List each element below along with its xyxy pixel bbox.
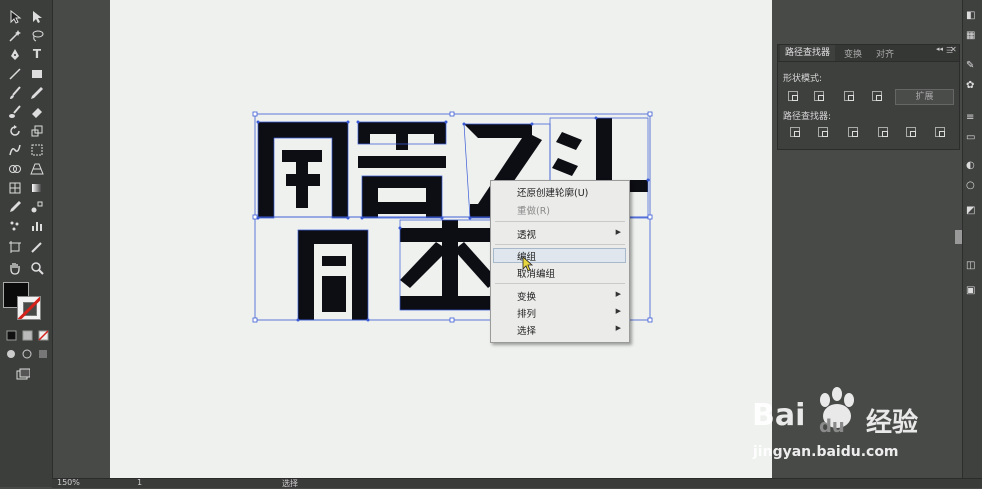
- status-mode[interactable]: 选择: [282, 478, 298, 489]
- gradient-tool-icon[interactable]: [28, 179, 46, 196]
- transparency-panel-icon[interactable]: ◐: [966, 160, 979, 172]
- warp-tool-icon[interactable]: [6, 141, 24, 158]
- minus-back-icon[interactable]: [935, 127, 945, 137]
- tab-align[interactable]: 对齐: [876, 47, 894, 60]
- tab-transform[interactable]: 变换: [844, 47, 862, 60]
- swatches-panel-icon[interactable]: ▦: [966, 30, 979, 42]
- vertical-scrollbar-thumb[interactable]: [955, 230, 962, 244]
- artboard-number[interactable]: 1: [137, 478, 142, 487]
- lasso-tool-icon[interactable]: [28, 27, 46, 44]
- close-panel-icon[interactable]: ✕: [950, 45, 957, 54]
- pencil-tool-icon[interactable]: [28, 84, 46, 101]
- stroke-color-swatch[interactable]: [17, 296, 41, 320]
- line-tool-icon[interactable]: [6, 65, 24, 82]
- type-tool-icon[interactable]: T: [28, 46, 46, 63]
- hand-tool-icon[interactable]: [6, 259, 24, 276]
- context-menu: 还原创建轮廓(U) 重做(R) 透视 ▶ 编组 取消编组 变换 ▶ 排列 ▶ 选…: [490, 180, 630, 343]
- submenu-arrow-icon: ▶: [615, 324, 621, 332]
- tab-pathfinder[interactable]: 路径查找器: [780, 45, 836, 61]
- direct-selection-tool-icon[interactable]: [28, 8, 46, 25]
- magic-wand-tool-icon[interactable]: [6, 27, 24, 44]
- menu-item-redo[interactable]: 重做(R): [517, 203, 550, 217]
- tools-panel: T: [0, 0, 53, 487]
- eyedropper-tool-icon[interactable]: [6, 198, 24, 215]
- artboard-tool-icon[interactable]: [6, 238, 24, 255]
- rectangle-tool-icon[interactable]: [28, 65, 46, 82]
- shape-builder-tool-icon[interactable]: [6, 160, 24, 177]
- menu-item-select[interactable]: 选择: [517, 323, 536, 337]
- submenu-arrow-icon: ▶: [615, 228, 621, 236]
- symbols-panel-icon[interactable]: ✿: [966, 80, 979, 92]
- right-dock: ◧ ▦ ✎ ✿ ≡ ▭ ◐ ○ ◩ ◫ ▣: [962, 0, 982, 487]
- intersect-icon[interactable]: [844, 91, 854, 101]
- outline-icon[interactable]: [906, 127, 916, 137]
- submenu-arrow-icon: ▶: [615, 307, 621, 315]
- blend-tool-icon[interactable]: [28, 198, 46, 215]
- rotate-tool-icon[interactable]: [6, 122, 24, 139]
- slice-tool-icon[interactable]: [28, 238, 46, 255]
- submenu-arrow-icon: ▶: [615, 290, 621, 298]
- symbol-sprayer-tool-icon[interactable]: [6, 217, 24, 234]
- menu-item-perspective[interactable]: 透视: [517, 227, 536, 241]
- pen-tool-icon[interactable]: [6, 46, 24, 63]
- merge-icon[interactable]: [848, 127, 858, 137]
- pathfinder-panel: 路径查找器 变换 对齐 ☰ 形状模式: 扩展 路径查找器:: [777, 44, 960, 150]
- collapse-panel-icon[interactable]: ◂◂: [936, 45, 943, 53]
- minus-front-icon[interactable]: [814, 91, 824, 101]
- mesh-tool-icon[interactable]: [6, 179, 24, 196]
- expand-button[interactable]: 扩展: [895, 89, 954, 105]
- layers-panel-icon[interactable]: ◫: [966, 260, 979, 272]
- paintbrush-tool-icon[interactable]: [6, 84, 24, 101]
- none-mode-icon[interactable]: [34, 326, 52, 343]
- mouse-cursor-icon: [522, 256, 534, 272]
- column-graph-tool-icon[interactable]: [28, 217, 46, 234]
- panel-tabs: 路径查找器 变换 对齐 ☰: [778, 45, 959, 62]
- selection-tool-icon[interactable]: [6, 8, 24, 25]
- gradient-panel-icon[interactable]: ▭: [966, 132, 979, 144]
- trim-icon[interactable]: [818, 127, 828, 137]
- unite-icon[interactable]: [788, 91, 798, 101]
- zoom-level[interactable]: 150%: [57, 478, 80, 487]
- divide-icon[interactable]: [790, 127, 800, 137]
- color-panel-icon[interactable]: ◧: [966, 10, 979, 22]
- watermark-url: jingyan.baidu.com: [753, 444, 899, 460]
- brushes-panel-icon[interactable]: ✎: [966, 60, 979, 72]
- artboards-panel-icon[interactable]: ▣: [966, 285, 979, 297]
- watermark-brand: Bai: [752, 398, 806, 433]
- draw-inside-icon[interactable]: [34, 345, 52, 362]
- watermark-brand-suffix: du: [819, 416, 845, 437]
- graphic-styles-panel-icon[interactable]: ◩: [966, 205, 979, 217]
- menu-item-undo-create-outlines[interactable]: 还原创建轮廓(U): [517, 185, 588, 199]
- scale-tool-icon[interactable]: [28, 122, 46, 139]
- perspective-grid-tool-icon[interactable]: [28, 160, 46, 177]
- crop-icon[interactable]: [878, 127, 888, 137]
- blob-brush-tool-icon[interactable]: [6, 103, 24, 120]
- eraser-tool-icon[interactable]: [28, 103, 46, 120]
- stroke-panel-icon[interactable]: ≡: [966, 112, 979, 124]
- shape-modes-label: 形状模式:: [783, 74, 823, 84]
- appearance-panel-icon[interactable]: ○: [966, 180, 979, 192]
- pathfinders-label: 路径查找器:: [783, 112, 832, 122]
- zoom-tool-icon[interactable]: [28, 259, 46, 276]
- menu-item-transform[interactable]: 变换: [517, 289, 536, 303]
- screen-mode-icon[interactable]: [14, 366, 32, 383]
- context-menu-highlight: [493, 248, 626, 263]
- exclude-icon[interactable]: [872, 91, 882, 101]
- watermark-product: 经验: [866, 408, 919, 438]
- free-transform-tool-icon[interactable]: [28, 141, 46, 158]
- menu-item-arrange[interactable]: 排列: [517, 306, 536, 320]
